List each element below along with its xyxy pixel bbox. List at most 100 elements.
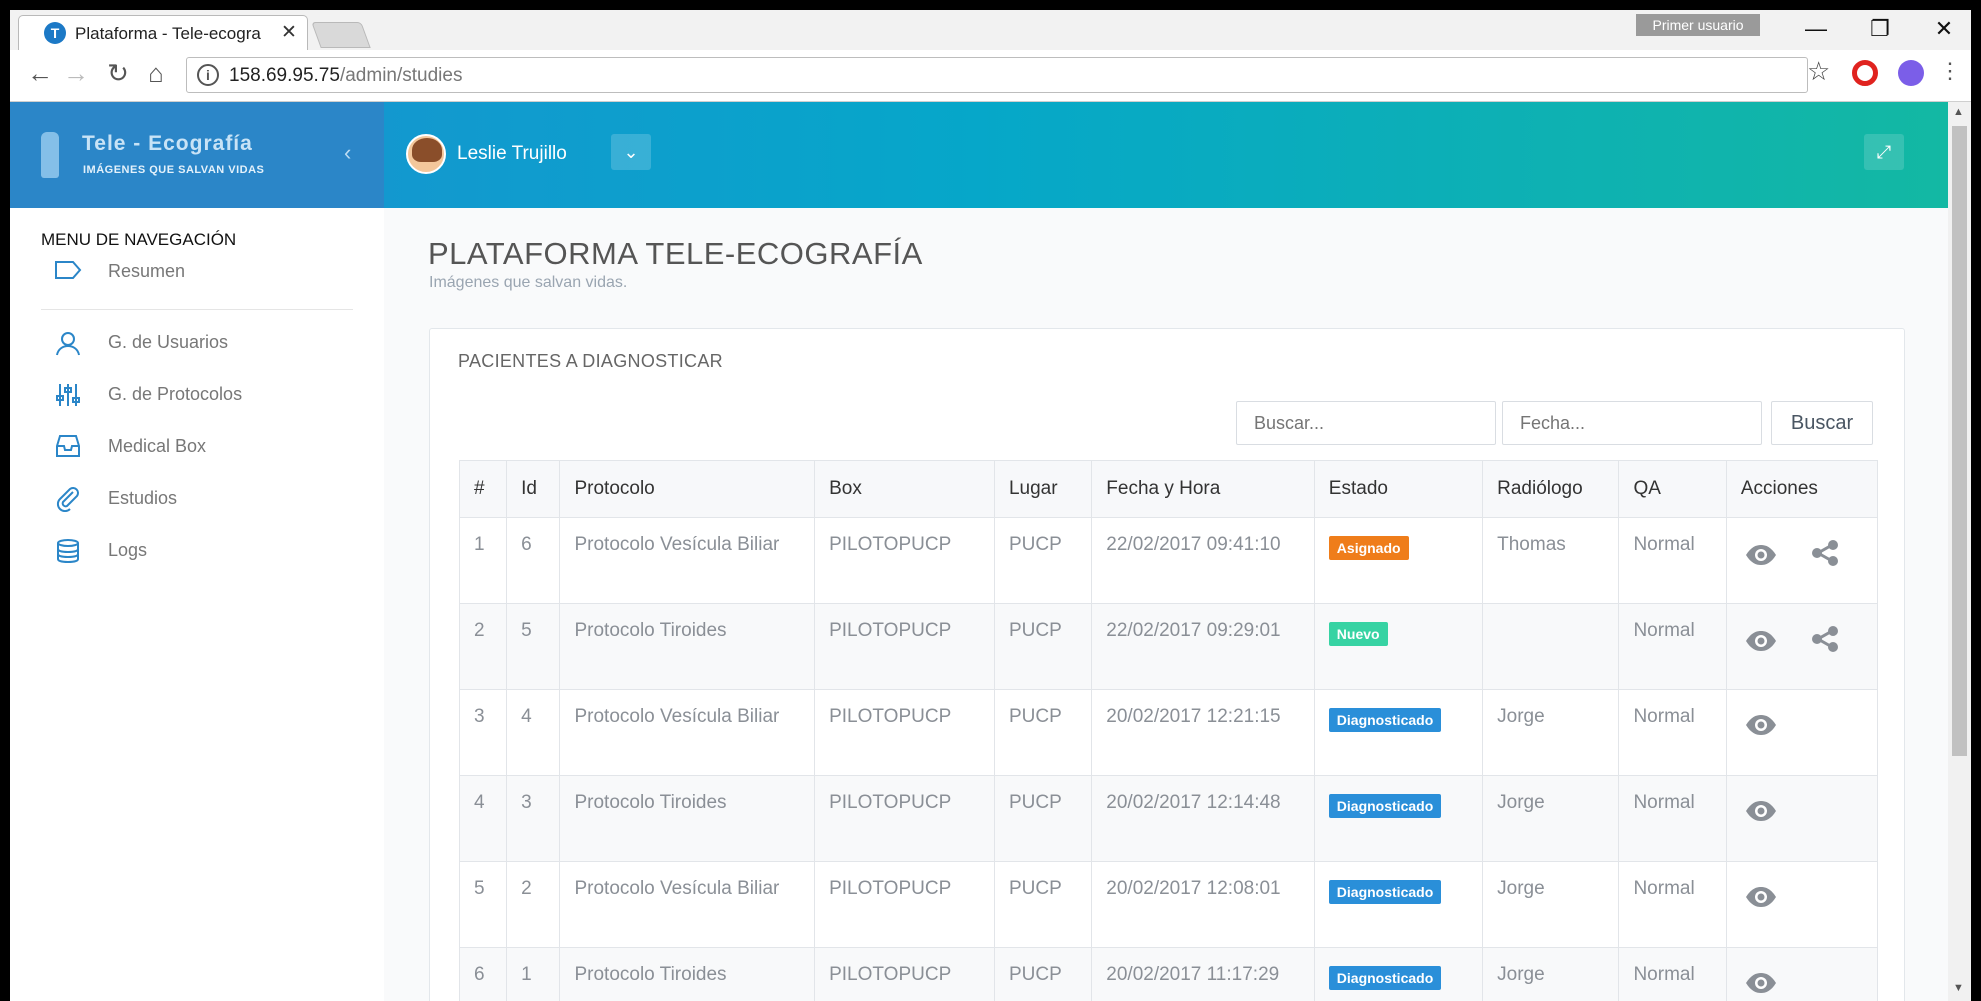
cell-protocolo: Protocolo Tiroides — [559, 947, 816, 1001]
table-row[interactable]: 2 5 Protocolo Tiroides PILOTOPUCP PUCP 22/02/… — [458, 603, 1879, 690]
address-bar[interactable]: i 158.69.95.75/admin/studies — [186, 57, 1808, 93]
scroll-thumb[interactable] — [1952, 126, 1967, 756]
cell-fecha: 20/02/2017 12:21:15 — [1091, 689, 1315, 776]
vpn-extension-icon[interactable] — [1898, 60, 1924, 86]
eye-icon[interactable] — [1741, 712, 1781, 743]
cell-radiologo: Thomas — [1482, 517, 1620, 604]
cell-fecha: 20/02/2017 12:14:48 — [1091, 775, 1315, 862]
browser-toolbar: ← → ↻ ⌂ i 158.69.95.75/admin/studies ☆ ⋮ — [10, 50, 1971, 102]
new-tab-button[interactable] — [311, 22, 371, 48]
table-body: 1 6 Protocolo Vesícula Biliar PILOTOPUCP PUC… — [458, 517, 1879, 1001]
sidebar-item-resumen[interactable]: Resumen — [54, 257, 354, 291]
eye-icon[interactable] — [1741, 970, 1781, 1001]
table-row[interactable]: 1 6 Protocolo Vesícula Biliar PILOTOPUCP PUC… — [458, 517, 1879, 604]
reload-icon[interactable]: ↻ — [102, 58, 134, 89]
tab-close-icon[interactable]: ✕ — [281, 21, 297, 44]
sidebar-item-protocolos[interactable]: G. de Protocolos — [54, 380, 354, 414]
cell-actions — [1725, 947, 1879, 1001]
cell-radiologo: Jorge — [1482, 947, 1620, 1001]
table-row[interactable]: 5 2 Protocolo Vesícula Biliar PILOTOPUCP PUC… — [458, 861, 1879, 948]
cell-box: PILOTOPUCP — [814, 947, 995, 1001]
sidebar-item-estudios[interactable]: Estudios — [54, 484, 354, 518]
bookmark-star-icon[interactable]: ☆ — [1807, 56, 1830, 87]
cell-estado: Asignado — [1313, 517, 1484, 604]
cell-lugar: PUCP — [993, 689, 1093, 776]
table-row[interactable]: 3 4 Protocolo Vesícula Biliar PILOTOPUCP PUC… — [458, 689, 1879, 776]
cell-fecha: 20/02/2017 11:17:29 — [1091, 947, 1315, 1001]
column-header: Radiólogo — [1482, 460, 1620, 518]
sidebar-item-medical-box[interactable]: Medical Box — [54, 432, 354, 466]
share-icon[interactable] — [1805, 626, 1845, 659]
column-header: # — [458, 460, 508, 518]
status-badge: Diagnosticado — [1328, 966, 1442, 990]
profile-badge[interactable]: Primer usuario — [1636, 14, 1760, 36]
scroll-down-icon[interactable]: ▼ — [1953, 982, 1964, 994]
sidebar-item-usuarios[interactable]: G. de Usuarios — [54, 328, 354, 362]
menu-kebab-icon[interactable]: ⋮ — [1934, 58, 1966, 84]
browser-tab[interactable]: T Plataforma - Tele-ecogra ✕ — [18, 15, 308, 50]
table-row[interactable]: 6 1 Protocolo Tiroides PILOTOPUCP PUCP 20/02/… — [458, 947, 1879, 1001]
eye-icon[interactable] — [1741, 798, 1781, 829]
cell-lugar: PUCP — [993, 775, 1093, 862]
date-input[interactable] — [1502, 401, 1762, 445]
fullscreen-icon[interactable]: ⤢ — [1864, 134, 1904, 170]
minimize-icon[interactable]: — — [1801, 16, 1831, 42]
opera-extension-icon[interactable] — [1852, 60, 1878, 86]
cell-lugar: PUCP — [993, 603, 1093, 690]
restore-icon[interactable]: ❐ — [1865, 16, 1895, 42]
home-icon[interactable]: ⌂ — [140, 58, 172, 89]
cell-id: 6 — [506, 517, 561, 604]
scroll-up-icon[interactable]: ▲ — [1953, 106, 1964, 118]
forward-icon[interactable]: → — [60, 58, 92, 89]
share-icon[interactable] — [1805, 540, 1845, 573]
app-header: Tele - Ecografía IMÁGENES QUE SALVAN VID… — [10, 102, 1948, 208]
search-input[interactable] — [1236, 401, 1496, 445]
table-row[interactable]: 4 3 Protocolo Tiroides PILOTOPUCP PUCP 20/02/… — [458, 775, 1879, 862]
cell-id: 4 — [506, 689, 561, 776]
status-badge: Diagnosticado — [1328, 708, 1442, 732]
eye-icon[interactable] — [1741, 628, 1781, 659]
cell-actions — [1725, 689, 1879, 776]
avatar[interactable] — [406, 134, 446, 174]
cell-radiologo: Jorge — [1482, 775, 1620, 862]
cell-estado: Diagnosticado — [1313, 861, 1484, 948]
column-header: Id — [506, 460, 561, 518]
cell-protocolo: Protocolo Tiroides — [559, 603, 816, 690]
search-button[interactable]: Buscar — [1771, 401, 1873, 445]
cell-id: 3 — [506, 775, 561, 862]
sliders-icon — [54, 382, 82, 408]
cell-qa: Normal — [1618, 689, 1727, 776]
user-name[interactable]: Leslie Trujillo — [457, 143, 567, 165]
cell-protocolo: Protocolo Vesícula Biliar — [559, 861, 816, 948]
cell-protocolo: Protocolo Vesícula Biliar — [559, 689, 816, 776]
cell-lugar: PUCP — [993, 947, 1093, 1001]
eye-icon[interactable] — [1741, 884, 1781, 915]
card-title: PACIENTES A DIAGNOSTICAR — [458, 351, 723, 371]
user-menu-chevron-down-icon[interactable]: ⌄ — [611, 134, 651, 170]
paperclip-icon — [54, 486, 82, 513]
cell-n: 4 — [458, 775, 508, 862]
sidebar: MENU DE NAVEGACIÓN Resumen G. de Usuario… — [10, 208, 384, 1001]
sidebar-item-label: Medical Box — [108, 436, 207, 456]
page-title: PLATAFORMA TELE-ECOGRAFÍA — [428, 236, 923, 271]
site-info-icon[interactable]: i — [197, 64, 219, 86]
sidebar-item-logs[interactable]: Logs — [54, 536, 354, 570]
cell-lugar: PUCP — [993, 517, 1093, 604]
column-header: Estado — [1313, 460, 1484, 518]
column-header: Acciones — [1725, 460, 1879, 518]
cell-fecha: 22/02/2017 09:29:01 — [1091, 603, 1315, 690]
cell-box: PILOTOPUCP — [814, 517, 995, 604]
cell-n: 5 — [458, 861, 508, 948]
eye-icon[interactable] — [1741, 542, 1781, 573]
column-header: Protocolo — [559, 460, 816, 518]
cell-box: PILOTOPUCP — [814, 861, 995, 948]
brand-area[interactable]: Tele - Ecografía IMÁGENES QUE SALVAN VID… — [10, 102, 384, 208]
page-scrollbar[interactable]: ▲ ▼ — [1948, 102, 1971, 1001]
sidebar-item-label: G. de Protocolos — [108, 384, 243, 404]
window-close-icon[interactable]: ✕ — [1929, 16, 1959, 42]
sidebar-collapse-icon[interactable]: ‹ — [344, 140, 351, 166]
back-icon[interactable]: ← — [24, 58, 56, 89]
cell-n: 2 — [458, 603, 508, 690]
patients-card: PACIENTES A DIAGNOSTICAR Buscar #IdProto… — [429, 328, 1905, 1001]
cell-fecha: 22/02/2017 09:41:10 — [1091, 517, 1315, 604]
